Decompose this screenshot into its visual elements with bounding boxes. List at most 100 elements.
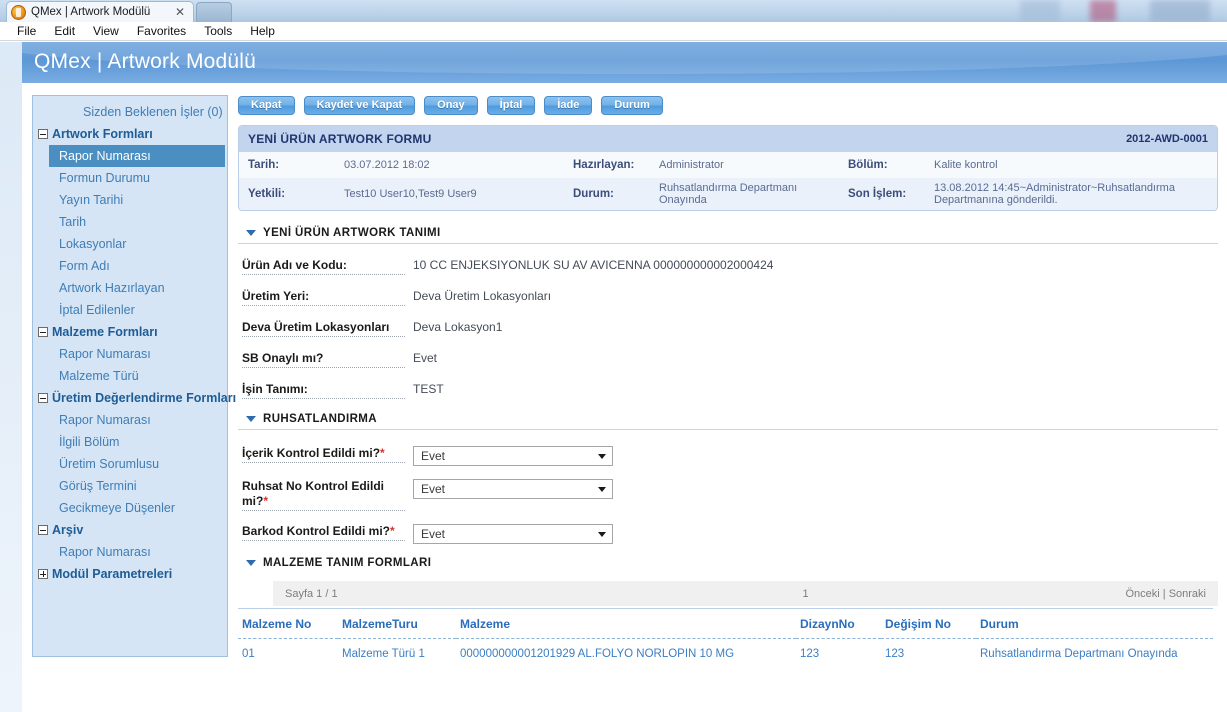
toolbar-button-i̇ptal[interactable]: İptal — [486, 95, 536, 115]
sidebar-item-18[interactable]: Gecikmeye Düşenler — [33, 497, 227, 519]
toolbar-button-onay[interactable]: Onay — [424, 95, 478, 115]
tab-title: QMex | Artwork Modülü — [31, 6, 151, 18]
sidebar: Sizden Beklenen İşler (0) Artwork Formlar… — [32, 95, 236, 657]
cell-durum: Ruhsatlandırma Departmanı Onayında — [980, 648, 1178, 660]
sidebar-item-13[interactable]: Üretim Değerlendirme Formları — [33, 387, 236, 409]
sidebar-item-5[interactable]: Tarih — [33, 211, 227, 233]
column-header-3[interactable]: DizaynNo — [796, 608, 881, 639]
pager-current[interactable]: 1 — [693, 588, 918, 600]
sidebar-item-15[interactable]: İlgili Bölüm — [33, 431, 227, 453]
sidebar-item-10[interactable]: Malzeme Formları — [33, 321, 227, 343]
select-value: Evet — [421, 527, 446, 541]
column-header-5[interactable]: Durum — [976, 608, 1213, 639]
form-meta-row-1: Tarih: 03.07.2012 18:02 Hazırlayan: Admi… — [239, 152, 1217, 178]
sidebar-item-label: Tarih — [59, 215, 87, 229]
required-marker: * — [380, 446, 385, 460]
caret-down-icon[interactable] — [246, 416, 256, 422]
definition-label: Üretim Yeri: — [242, 289, 405, 306]
app-header: QMex | Artwork Modülü — [22, 42, 1227, 83]
menu-item-edit[interactable]: Edit — [45, 22, 84, 41]
value-yetkili: Test10 User10,Test9 User9 — [344, 188, 477, 200]
form-number: 2012-AWD-0001 — [1126, 133, 1208, 145]
sidebar-item-1[interactable]: Artwork Formları — [33, 123, 227, 145]
dropdown-row: Barkod Kontrol Edildi mi?* Evet — [238, 524, 1218, 544]
close-icon[interactable]: ✕ — [171, 6, 189, 18]
collapse-icon[interactable] — [38, 393, 48, 403]
toolbar-button-i̇ade[interactable]: İade — [544, 95, 593, 115]
select-2[interactable]: Evet — [413, 524, 613, 544]
sidebar-item-17[interactable]: Görüş Termini — [33, 475, 227, 497]
definition-row: SB Onaylı mı? Evet — [238, 351, 1218, 368]
sidebar-item-label: Arşiv — [52, 523, 84, 537]
sidebar-item-9[interactable]: İptal Edilenler — [33, 299, 227, 321]
column-header-2[interactable]: Malzeme — [456, 608, 796, 639]
menu-item-view[interactable]: View — [84, 22, 128, 41]
sidebar-item-8[interactable]: Artwork Hazırlayan — [33, 277, 227, 299]
pager-nav[interactable]: Önceki | Sonraki — [918, 588, 1218, 600]
browser-tab[interactable]: QMex | Artwork Modülü ✕ — [6, 1, 194, 22]
section-ruhsatlandirma: RUHSATLANDIRMA İçerik Kontrol Edildi mi?… — [238, 413, 1218, 544]
select-1[interactable]: Evet — [413, 479, 613, 499]
sidebar-item-6[interactable]: Lokasyonlar — [33, 233, 227, 255]
section-header-ruhsat[interactable]: RUHSATLANDIRMA — [238, 413, 1218, 430]
sidebar-item-label: Artwork Hazırlayan — [59, 281, 165, 295]
menu-item-tools[interactable]: Tools — [195, 22, 241, 41]
sidebar-item-label: Malzeme Türü — [59, 369, 139, 383]
menu-item-help[interactable]: Help — [241, 22, 284, 41]
menu-item-file[interactable]: File — [8, 22, 45, 41]
collapse-icon[interactable] — [38, 129, 48, 139]
chevron-down-icon[interactable] — [598, 486, 606, 492]
definition-label: Deva Üretim Lokasyonları — [242, 320, 405, 337]
chevron-down-icon[interactable] — [598, 531, 606, 537]
collapse-icon[interactable] — [38, 327, 48, 337]
sidebar-item-label: İptal Edilenler — [59, 303, 135, 317]
select-0[interactable]: Evet — [413, 446, 613, 466]
sidebar-item-label: Artwork Formları — [52, 127, 153, 141]
caret-down-icon[interactable] — [246, 230, 256, 236]
collapse-icon[interactable] — [38, 525, 48, 535]
toolbar-button-kapat[interactable]: Kapat — [238, 95, 295, 115]
menu-item-favorites[interactable]: Favorites — [128, 22, 195, 41]
sidebar-item-label: Üretim Değerlendirme Formları — [52, 391, 237, 405]
column-header-1[interactable]: MalzemeTuru — [338, 608, 456, 639]
sidebar-item-12[interactable]: Malzeme Türü — [33, 365, 227, 387]
sidebar-item-3[interactable]: Formun Durumu — [33, 167, 227, 189]
section-header-tanimi[interactable]: YENİ ÜRÜN ARTWORK TANIMI — [238, 227, 1218, 244]
sidebar-item-label: Gecikmeye Düşenler — [59, 501, 176, 515]
sidebar-item-16[interactable]: Üretim Sorumlusu — [33, 453, 227, 475]
new-tab-button[interactable] — [196, 2, 232, 22]
table-header-row: Malzeme No MalzemeTuru Malzeme DizaynNo Deği… — [238, 608, 1213, 639]
application: QMex | Artwork Modülü Sizden Beklenen İş… — [0, 42, 1227, 712]
column-header-4[interactable]: Değişim No — [881, 608, 976, 639]
sidebar-item-label: Formun Durumu — [59, 171, 150, 185]
form-header-card: YENİ ÜRÜN ARTWORK FORMU 2012-AWD-0001 Ta… — [238, 125, 1218, 211]
sidebar-item-2[interactable]: Rapor Numarası — [49, 145, 225, 167]
sidebar-item-21[interactable]: Modül Parametreleri — [33, 563, 227, 585]
sidebar-item-7[interactable]: Form Adı — [33, 255, 227, 277]
column-header-0[interactable]: Malzeme No — [238, 608, 338, 639]
chevron-down-icon[interactable] — [598, 453, 606, 459]
expand-icon[interactable] — [38, 569, 48, 579]
caret-down-icon[interactable] — [246, 560, 256, 566]
pager-page-info: Sayfa 1 / 1 — [285, 587, 338, 600]
sidebar-item-label: İlgili Bölüm — [59, 435, 120, 449]
sidebar-item-14[interactable]: Rapor Numarası — [33, 409, 227, 431]
value-bolum: Kalite kontrol — [934, 159, 998, 171]
definition-label: SB Onaylı mı? — [242, 351, 405, 368]
definition-list: Ürün Adı ve Kodu: 10 CC ENJEKSIYONLUK SU … — [238, 258, 1218, 399]
dropdown-label-text: Barkod Kontrol Edildi mi? — [242, 524, 391, 538]
toolbar-button-durum[interactable]: Durum — [601, 95, 663, 115]
page-gutter — [0, 42, 22, 712]
favicon-icon — [11, 4, 26, 20]
sidebar-item-11[interactable]: Rapor Numarası — [33, 343, 227, 365]
definition-value: 10 CC ENJEKSIYONLUK SU AV AVICENNA 00000… — [413, 258, 774, 272]
label-son-islem: Son İşlem: — [848, 188, 907, 200]
sidebar-item-19[interactable]: Arşiv — [33, 519, 227, 541]
sidebar-item-4[interactable]: Yayın Tarihi — [33, 189, 227, 211]
sidebar-item-0[interactable]: Sizden Beklenen İşler (0) — [33, 101, 227, 123]
section-header-malzeme[interactable]: MALZEME TANIM FORMLARI — [238, 557, 1218, 573]
sidebar-item-label: Rapor Numarası — [59, 545, 151, 559]
sidebar-item-20[interactable]: Rapor Numarası — [33, 541, 227, 563]
table-row[interactable]: 01 Malzeme Türü 1 000000000001201929 AL.FO… — [238, 639, 1213, 665]
toolbar-button-kaydet-ve-kapat[interactable]: Kaydet ve Kapat — [303, 95, 416, 115]
